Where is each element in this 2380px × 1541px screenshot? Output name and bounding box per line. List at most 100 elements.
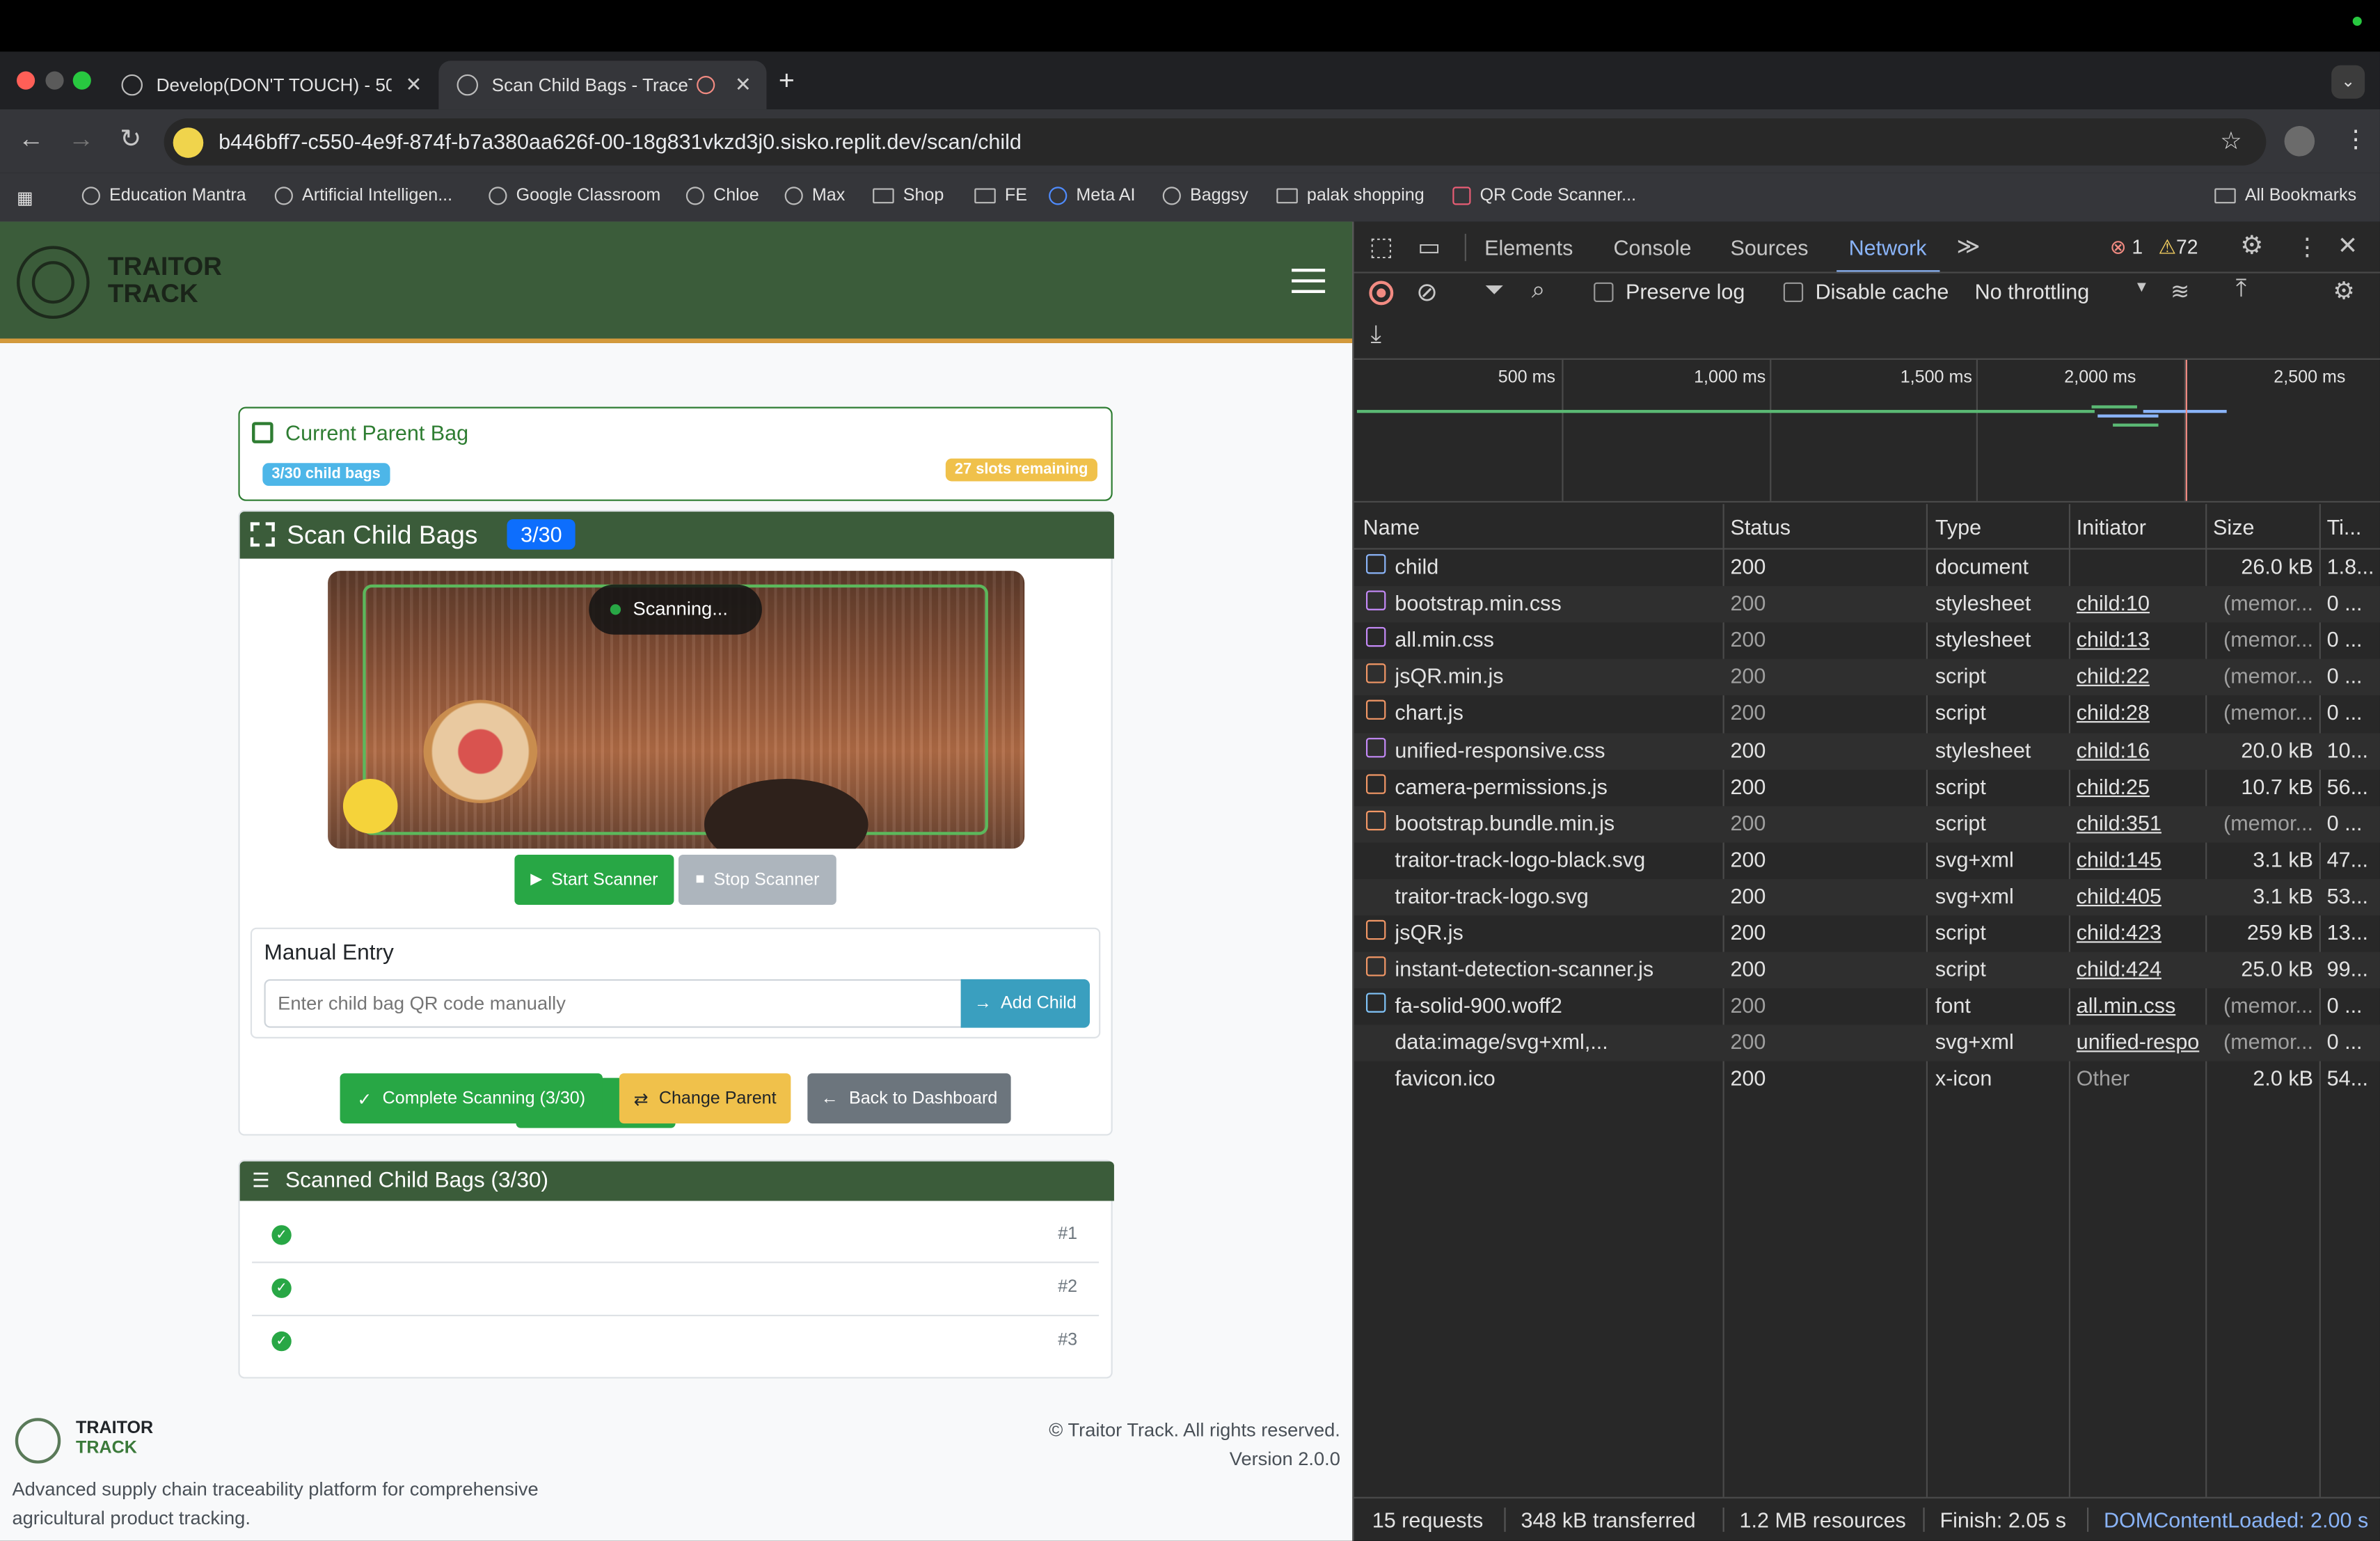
cell-initiator[interactable]: child:405 [2077,883,2205,908]
reload-icon[interactable]: ↻ [120,125,141,155]
back-icon[interactable]: ← [18,125,44,155]
bookmark-shop[interactable]: Shop [873,187,944,205]
bookmark-star-icon[interactable]: ☆ [2220,118,2242,166]
cell-initiator[interactable]: unified-respo [2077,1030,2205,1054]
network-row[interactable]: bootstrap.bundle.min.js 200 script child:35… [1354,805,2380,842]
tab-elements[interactable]: Elements [1484,235,1573,260]
device-toolbar-icon[interactable]: ▭ [1418,232,1441,263]
start-scanner-button[interactable]: ▶ Start Scanner [514,855,674,905]
network-row[interactable]: fa-solid-900.woff2 200 font all.min.css (mem… [1354,988,2380,1025]
tab-search-button[interactable]: ⌄ [2331,65,2365,99]
bookmark-education-mantra[interactable]: Education Mantra [81,187,246,205]
inspect-element-icon[interactable]: ⬚ [1369,232,1393,263]
clear-log-icon[interactable]: ⊘ [1416,278,1438,308]
network-row[interactable]: bootstrap.min.css 200 stylesheet child:10 (m… [1354,586,2380,623]
cell-initiator[interactable]: child:13 [2077,627,2205,651]
network-row[interactable]: jsQR.min.js 200 script child:22 (memor... 0 .… [1354,659,2380,696]
address-bar[interactable]: b446bff7-c550-4e9f-874f-b7a380aa626f-00-… [164,118,2267,166]
cell-initiator[interactable]: child:10 [2077,591,2205,615]
cell-initiator[interactable]: child:145 [2077,847,2205,871]
cell-initiator[interactable]: child:16 [2077,737,2205,761]
bookmark-qr-code-scanner[interactable]: QR Code Scanner... [1452,187,1636,205]
minimize-window-button[interactable] [45,71,64,90]
flashlight-button[interactable] [342,778,398,834]
browser-tab-develop[interactable]: Develop(DON'T TOUCH) - 50 ✕ [103,61,437,109]
more-options-icon[interactable]: ⋮ [2295,232,2319,263]
grid-line [1562,359,1564,501]
bookmark-google-classroom[interactable]: Google Classroom [489,187,660,205]
bookmark-ai[interactable]: Artificial Intelligen... [274,187,452,205]
column-time[interactable]: Ti... [2327,514,2362,539]
cell-initiator[interactable]: child:25 [2077,774,2205,798]
network-settings-icon[interactable]: ⚙ [2333,276,2354,307]
network-row[interactable]: traitor-track-logo-black.svg 200 svg+xml ch… [1354,842,2380,878]
bookmark-fe[interactable]: FE [974,187,1027,205]
stop-scanner-button[interactable]: ■ Stop Scanner [678,855,836,905]
all-bookmarks[interactable]: All Bookmarks [2214,187,2356,205]
network-row[interactable]: favicon.ico 200 x-icon Other 2.0 kB 54... [1354,1062,2380,1098]
search-icon[interactable]: ⌕ [1532,278,1546,305]
column-status[interactable]: Status [1730,514,1791,539]
browser-menu-icon[interactable]: ⋮ [2344,125,2368,155]
cell-time: 1.8... [2326,554,2374,579]
site-info-icon[interactable] [173,127,204,158]
column-type[interactable]: Type [1935,514,1981,539]
network-row[interactable]: child 200 document 26.0 kB 1.8... [1354,550,2380,586]
tab-sources[interactable]: Sources [1730,235,1808,260]
profile-avatar[interactable] [2284,126,2315,157]
warnings-counter[interactable]: ⚠72 [2159,235,2198,260]
network-row[interactable]: unified-responsive.css 200 stylesheet child… [1354,732,2380,769]
network-row[interactable]: instant-detection-scanner.js 200 script chi… [1354,951,2380,989]
bookmark-max[interactable]: Max [784,187,845,205]
add-child-button[interactable]: → Add Child [960,979,1090,1028]
browser-tab-scan-child[interactable]: Scan Child Bags - TraceTr ✕ [438,61,767,110]
bookmark-palak-shopping[interactable]: palak shopping [1276,187,1425,205]
more-tabs-icon[interactable]: ≫ [1956,232,1980,260]
errors-counter[interactable]: ⊗ 1 [2110,235,2143,260]
maximize-window-button[interactable] [72,71,91,90]
apps-grid-icon[interactable]: ▦ [17,187,33,208]
network-row[interactable]: camera-permissions.js 200 script child:25 10… [1354,769,2380,805]
cell-initiator[interactable]: child:423 [2077,920,2205,945]
column-name[interactable]: Name [1363,514,1420,539]
network-row[interactable]: all.min.css 200 stylesheet child:13 (memor..… [1354,623,2380,659]
forward-icon[interactable]: → [68,125,94,155]
filter-icon[interactable]: ⏷ [1484,278,1504,305]
network-row[interactable]: chart.js 200 script child:28 (memor... 0 ... [1354,696,2380,732]
settings-gear-icon[interactable]: ⚙ [2240,231,2263,262]
bookmark-meta-ai[interactable]: Meta AI [1049,187,1135,205]
cell-initiator[interactable]: child:22 [2077,664,2205,688]
record-stop-icon[interactable] [1369,280,1394,306]
complete-scanning-button[interactable]: ✓ Complete Scanning (3/30) [340,1073,603,1124]
bookmark-chloe[interactable]: Chloe [685,187,759,205]
cell-initiator[interactable]: child:424 [2077,956,2205,981]
back-to-dashboard-button[interactable]: ← Back to Dashboard [807,1073,1011,1124]
preserve-log-checkbox[interactable] [1594,282,1614,303]
column-initiator[interactable]: Initiator [2077,514,2146,539]
cell-initiator[interactable]: child:351 [2077,810,2205,835]
disable-cache-checkbox[interactable] [1783,282,1804,303]
close-devtools-icon[interactable]: ✕ [2338,231,2358,262]
tab-network[interactable]: Network [1849,235,1927,260]
network-row[interactable]: data:image/svg+xml,... 200 svg+xml unified-… [1354,1025,2380,1062]
download-har-icon[interactable]: ⤓ [1371,322,1381,349]
close-window-button[interactable] [16,71,35,90]
hamburger-menu-icon[interactable] [1292,269,1326,301]
network-row[interactable]: traitor-track-logo.svg 200 svg+xml child:40… [1354,878,2380,916]
new-tab-button[interactable]: + [779,65,795,97]
cell-name: child [1395,554,1439,579]
network-row[interactable]: jsQR.js 200 script child:423 259 kB 13... [1354,915,2380,951]
column-size[interactable]: Size [2213,514,2254,539]
upload-har-icon[interactable]: ⤒ [2236,276,2246,303]
bookmark-baggsy[interactable]: Baggsy [1162,187,1248,205]
close-tab-icon[interactable]: ✕ [406,73,422,97]
child-qr-input[interactable] [264,979,962,1028]
cell-initiator[interactable]: all.min.css [2077,993,2205,1018]
throttling-select[interactable]: No throttling [1975,279,2090,303]
network-timeline-overview[interactable]: 500 ms 1,000 ms 1,500 ms 2,000 ms 2,500 … [1354,359,2380,501]
cell-initiator[interactable]: child:28 [2077,700,2205,725]
network-conditions-icon[interactable]: ≋ [2171,278,2189,305]
change-parent-button[interactable]: ⇄ Change Parent [619,1073,791,1124]
tab-console[interactable]: Console [1614,235,1692,260]
close-tab-icon[interactable]: ✕ [735,73,752,97]
